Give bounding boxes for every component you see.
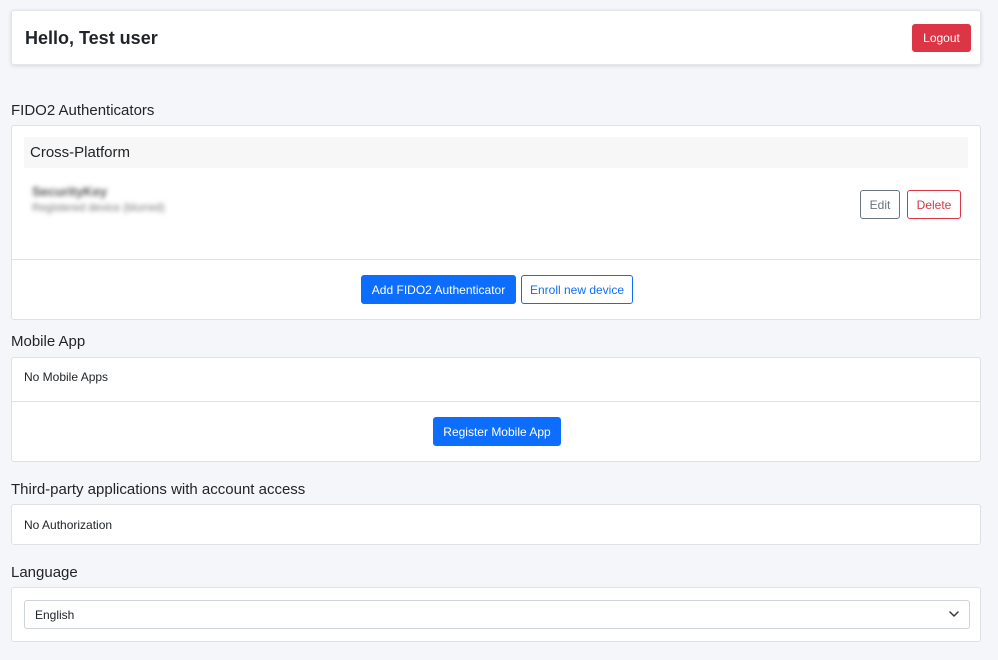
cross-platform-header: Cross-Platform — [24, 137, 968, 168]
no-mobile-apps-text: No Mobile Apps — [24, 370, 109, 384]
greeting-title: Hello, Test user — [25, 28, 158, 48]
third-party-section-title: Third-party applications with account ac… — [11, 481, 306, 498]
mobile-card: No Mobile Apps Register Mobile App — [11, 357, 981, 462]
logout-button[interactable]: Logout — [912, 24, 971, 52]
language-card: English — [11, 587, 981, 642]
third-party-card: No Authorization — [11, 504, 981, 545]
add-fido2-authenticator-button[interactable]: Add FIDO2 Authenticator — [361, 275, 516, 304]
fido2-footer-divider — [12, 259, 980, 260]
authenticator-item: SecurityKey Registered device (blurred) — [32, 184, 165, 214]
header-card: Hello, Test user Logout — [11, 10, 981, 65]
authenticator-details: Registered device (blurred) — [32, 202, 165, 214]
cross-platform-title: Cross-Platform — [30, 144, 131, 161]
language-selected-value: English — [35, 608, 75, 622]
language-section-title: Language — [11, 564, 78, 581]
mobile-footer-divider — [12, 401, 980, 402]
fido2-section-title: FIDO2 Authenticators — [11, 102, 155, 119]
edit-authenticator-button[interactable]: Edit — [860, 190, 900, 219]
delete-authenticator-button[interactable]: Delete — [907, 190, 961, 219]
chevron-down-icon — [949, 611, 959, 617]
no-authorization-text: No Authorization — [24, 518, 113, 532]
language-select[interactable]: English — [24, 600, 970, 629]
register-mobile-app-button[interactable]: Register Mobile App — [433, 417, 561, 446]
enroll-new-device-button[interactable]: Enroll new device — [521, 275, 633, 304]
mobile-section-title: Mobile App — [11, 333, 86, 350]
fido2-card: Cross-Platform SecurityKey Registered de… — [11, 125, 981, 320]
authenticator-name: SecurityKey — [32, 184, 108, 199]
